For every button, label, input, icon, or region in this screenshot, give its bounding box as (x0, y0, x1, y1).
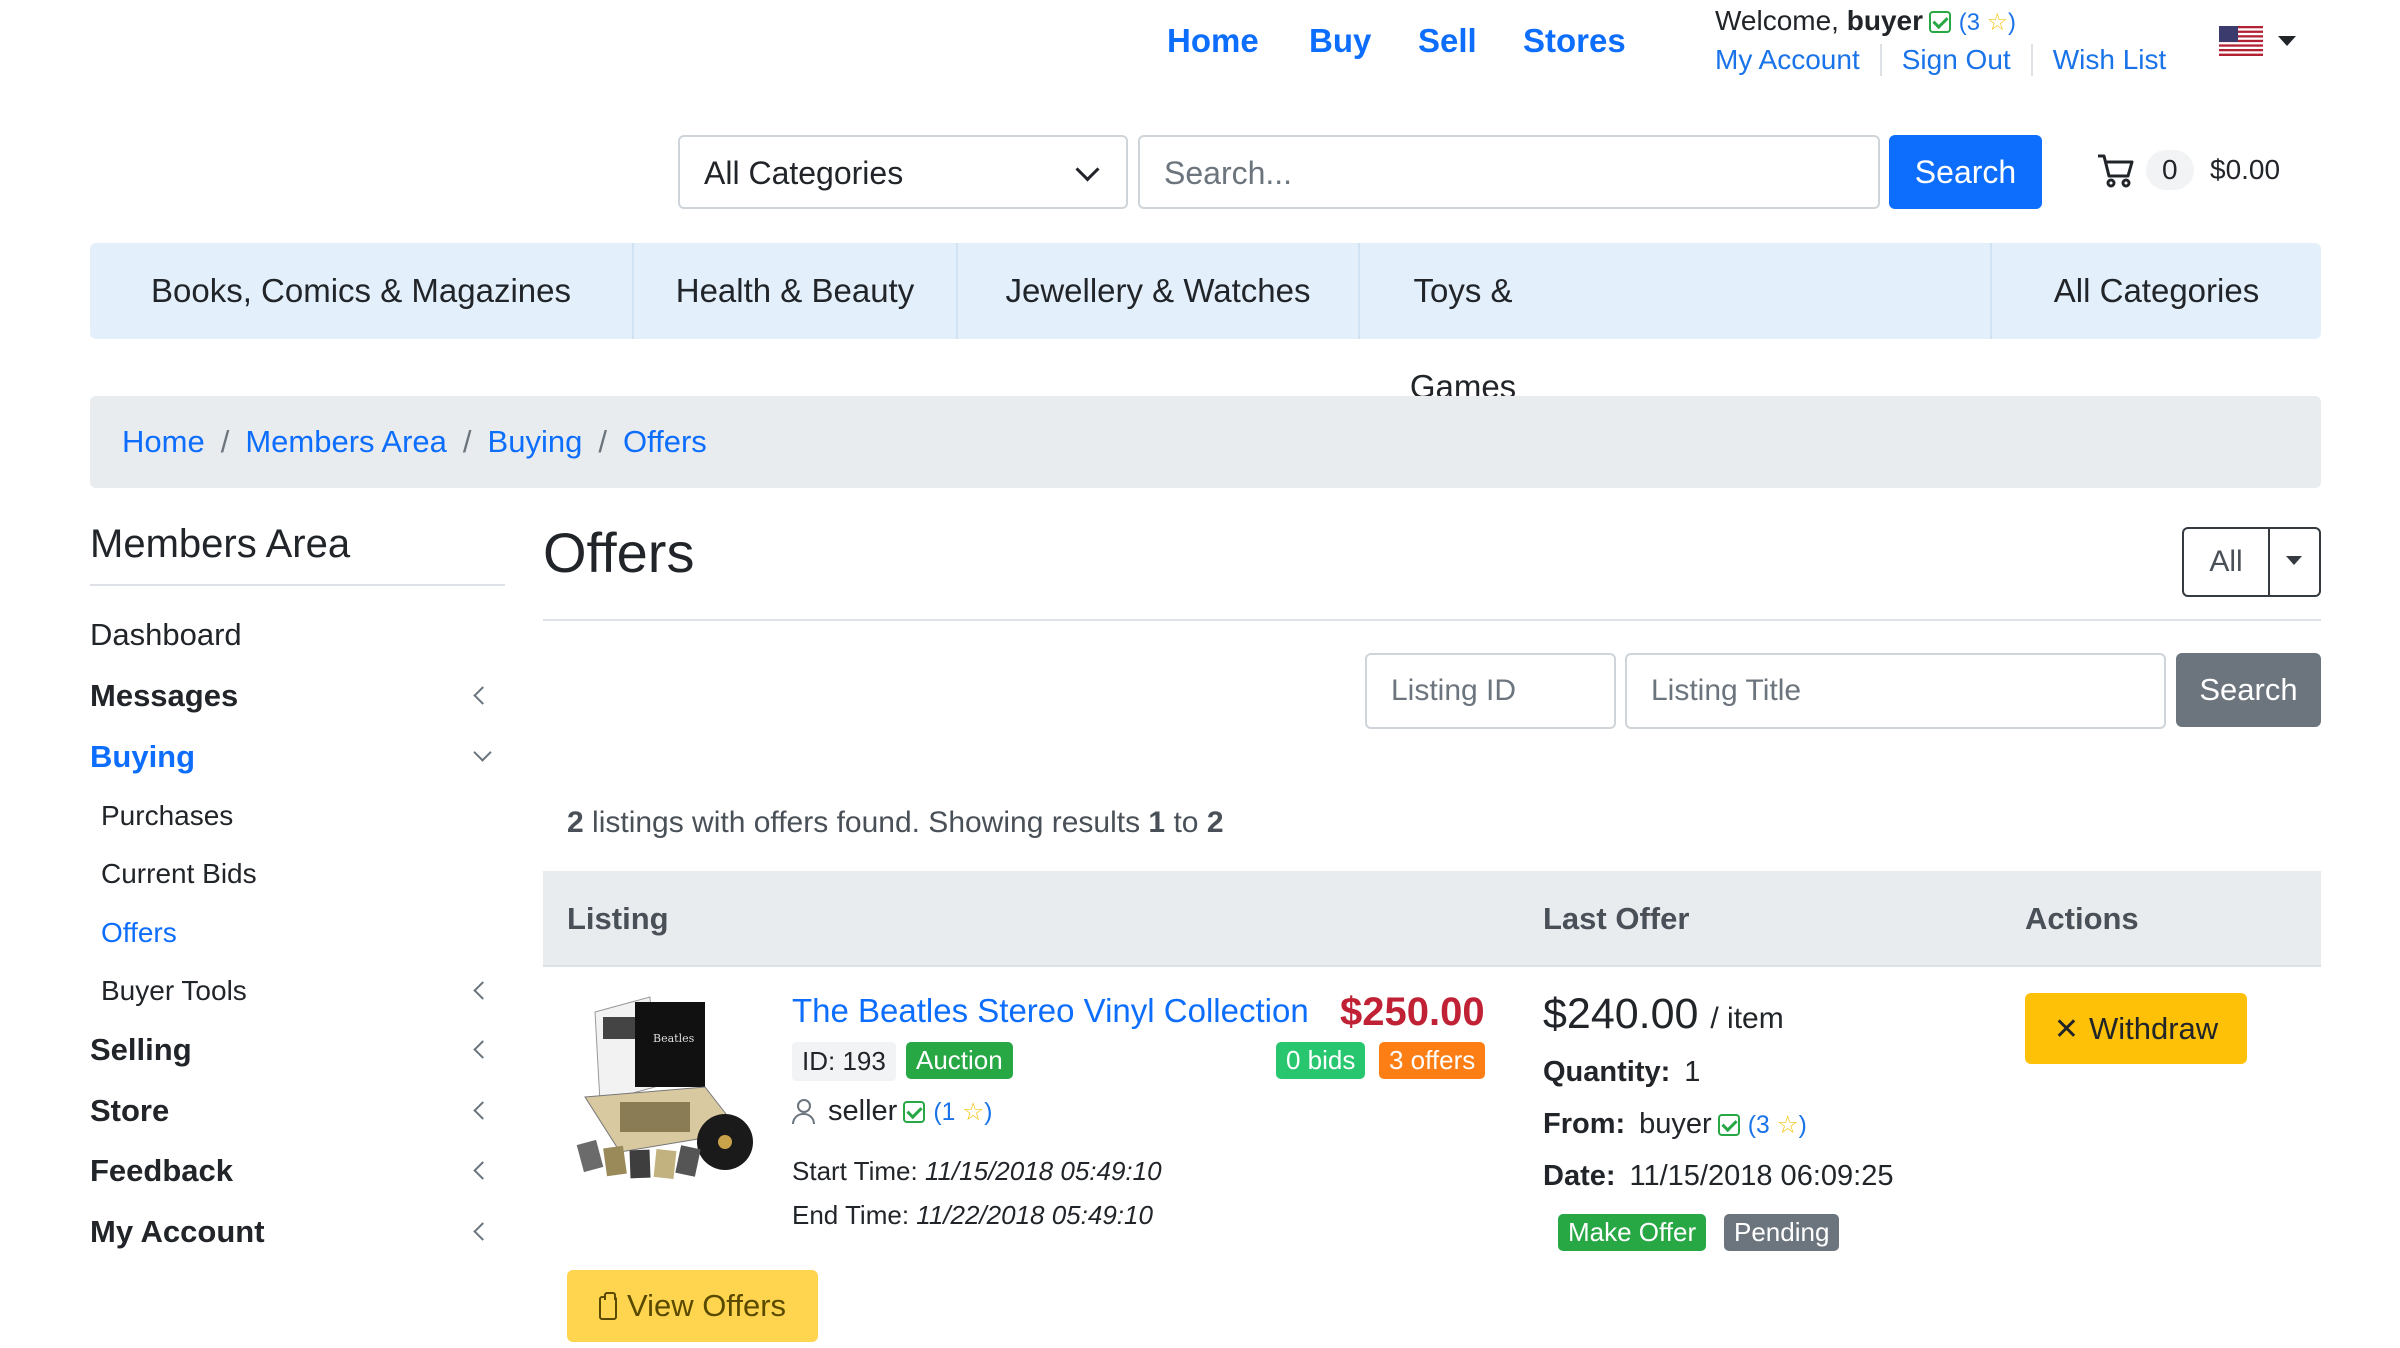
seller-info: seller (1 ☆) (792, 1095, 992, 1128)
sidebar-title: Members Area (90, 522, 351, 566)
auction-badge: Auction (906, 1042, 1013, 1079)
breadcrumb-offers[interactable]: Offers (623, 424, 707, 459)
seller-name[interactable]: seller (828, 1095, 897, 1127)
listing-id-tag: ID: 193 (792, 1042, 896, 1081)
listing-title-link[interactable]: The Beatles Stereo Vinyl Collection (792, 992, 1309, 1030)
verified-icon (903, 1101, 926, 1123)
us-flag-icon[interactable] (2219, 26, 2263, 56)
caret-down-icon[interactable] (2286, 556, 2302, 565)
star-icon: ☆ (962, 1099, 985, 1126)
star-icon: ☆ (1776, 1112, 1799, 1139)
offer-quantity: Quantity: 1 (1543, 1056, 1701, 1088)
sidebar-item-offers[interactable]: Offers (101, 917, 177, 949)
filter-search-button[interactable]: Search (2176, 653, 2321, 727)
breadcrumb-home[interactable]: Home (122, 424, 205, 459)
cart-count-badge: 0 (2146, 150, 2194, 190)
end-time: End Time: 11/22/2018 05:49:10 (792, 1200, 1153, 1230)
nav-home-link[interactable]: Home (1167, 22, 1259, 60)
offer-status-badge: Pending (1724, 1214, 1840, 1251)
welcome-username[interactable]: buyer (1847, 5, 1923, 36)
breadcrumb-buying[interactable]: Buying (488, 424, 583, 459)
chevron-left-icon[interactable] (473, 1040, 492, 1059)
nav-stores-link[interactable]: Stores (1523, 22, 1626, 60)
category-bar: Books, Comics & Magazines Health & Beaut… (90, 243, 2321, 405)
category-toys-games[interactable]: Toys & Games (1360, 243, 1566, 405)
listing-id-input[interactable]: Listing ID (1365, 653, 1616, 729)
sign-out-link[interactable]: Sign Out (1879, 44, 2031, 76)
account-links: My Account Sign Out Wish List (1715, 44, 2186, 76)
sidebar-item-selling[interactable]: Selling (90, 1032, 192, 1068)
withdraw-button[interactable]: ✕ Withdraw (2025, 993, 2247, 1064)
chevron-left-icon[interactable] (473, 1161, 492, 1180)
sidebar-item-buyer-tools[interactable]: Buyer Tools (101, 975, 247, 1007)
results-summary: 2 listings with offers found. Showing re… (567, 806, 1224, 839)
offers-badge: 3 offers (1379, 1042, 1486, 1079)
sidebar-item-purchases[interactable]: Purchases (101, 800, 233, 832)
listing-thumbnail[interactable]: Beatles (575, 992, 755, 1182)
verified-icon (1929, 11, 1951, 33)
category-select[interactable]: All Categories (678, 135, 1128, 209)
sidebar-item-store[interactable]: Store (90, 1093, 169, 1129)
chevron-left-icon[interactable] (473, 1222, 492, 1241)
column-listing: Listing (567, 901, 669, 936)
status-filter-dropdown[interactable]: All (2182, 527, 2321, 597)
verified-icon (1717, 1114, 1740, 1136)
nav-sell-link[interactable]: Sell (1418, 22, 1477, 60)
feedback-count: 3 (1966, 9, 1980, 36)
view-offers-button[interactable]: View Offers (567, 1270, 818, 1342)
category-select-value: All Categories (704, 155, 904, 191)
sidebar-item-feedback[interactable]: Feedback (90, 1153, 233, 1189)
chevron-left-icon[interactable] (473, 981, 492, 1000)
offer-date: Date: 11/15/2018 06:09:25 (1543, 1160, 1894, 1192)
clipboard-icon (598, 1292, 617, 1320)
bids-badge: 0 bids (1276, 1042, 1366, 1079)
sidebar-item-dashboard[interactable]: Dashboard (90, 617, 242, 653)
nav-buy-link[interactable]: Buy (1309, 22, 1371, 60)
offer-type-badge: Make Offer (1558, 1214, 1707, 1251)
chevron-down-icon (1075, 157, 1100, 182)
page-title: Offers (543, 521, 695, 584)
star-icon: ☆ (1986, 9, 2008, 36)
chevron-down-icon[interactable] (473, 743, 492, 762)
sidebar-item-buying[interactable]: Buying (90, 739, 195, 775)
search-input[interactable]: Search... (1138, 135, 1880, 209)
chevron-left-icon[interactable] (473, 1101, 492, 1120)
language-dropdown-caret[interactable] (2278, 36, 2296, 46)
category-jewellery-watches[interactable]: Jewellery & Watches (958, 243, 1358, 339)
listing-price: $250.00 (1340, 990, 1485, 1034)
cart-icon[interactable] (2096, 152, 2136, 190)
column-actions: Actions (2025, 901, 2139, 936)
seller-feedback[interactable]: (1 ☆) (933, 1099, 992, 1126)
breadcrumb-members-area[interactable]: Members Area (245, 424, 447, 459)
offer-from: From: buyer (3 ☆) (1543, 1108, 1807, 1140)
sidebar-item-messages[interactable]: Messages (90, 678, 238, 714)
user-icon (792, 1099, 815, 1124)
listing-title-input[interactable]: Listing Title (1625, 653, 2166, 729)
breadcrumb: Home / Members Area / Buying / Offers (90, 396, 2321, 488)
wish-list-link[interactable]: Wish List (2030, 44, 2187, 76)
cart-total[interactable]: $0.00 (2210, 154, 2280, 186)
welcome-message: Welcome, buyer (3 ☆) (1715, 5, 2016, 37)
category-books[interactable]: Books, Comics & Magazines (90, 243, 632, 339)
svg-text:Beatles: Beatles (653, 1032, 695, 1045)
title-divider (543, 619, 2321, 621)
welcome-label: Welcome, (1715, 5, 1839, 36)
sidebar-divider (90, 584, 505, 586)
table-header: Listing Last Offer Actions (543, 871, 2321, 967)
search-button[interactable]: Search (1889, 135, 2042, 209)
close-icon: ✕ (2053, 1013, 2079, 1046)
sidebar-item-current-bids[interactable]: Current Bids (101, 858, 257, 890)
offer-from-feedback[interactable]: (3 ☆) (1748, 1112, 1807, 1139)
user-feedback[interactable]: (3 ☆) (1959, 9, 2016, 36)
my-account-link[interactable]: My Account (1715, 44, 1880, 76)
start-time: Start Time: 11/15/2018 05:49:10 (792, 1156, 1162, 1186)
last-offer-amount: $240.00 / item (1543, 990, 1784, 1038)
offer-from-user[interactable]: buyer (1639, 1108, 1712, 1140)
status-filter-value[interactable]: All (2184, 529, 2270, 595)
category-health-beauty[interactable]: Health & Beauty (634, 243, 956, 339)
chevron-left-icon[interactable] (473, 686, 492, 705)
sidebar-item-my-account[interactable]: My Account (90, 1214, 265, 1250)
column-last-offer: Last Offer (1543, 901, 1690, 936)
category-all[interactable]: All Categories (1992, 243, 2321, 339)
